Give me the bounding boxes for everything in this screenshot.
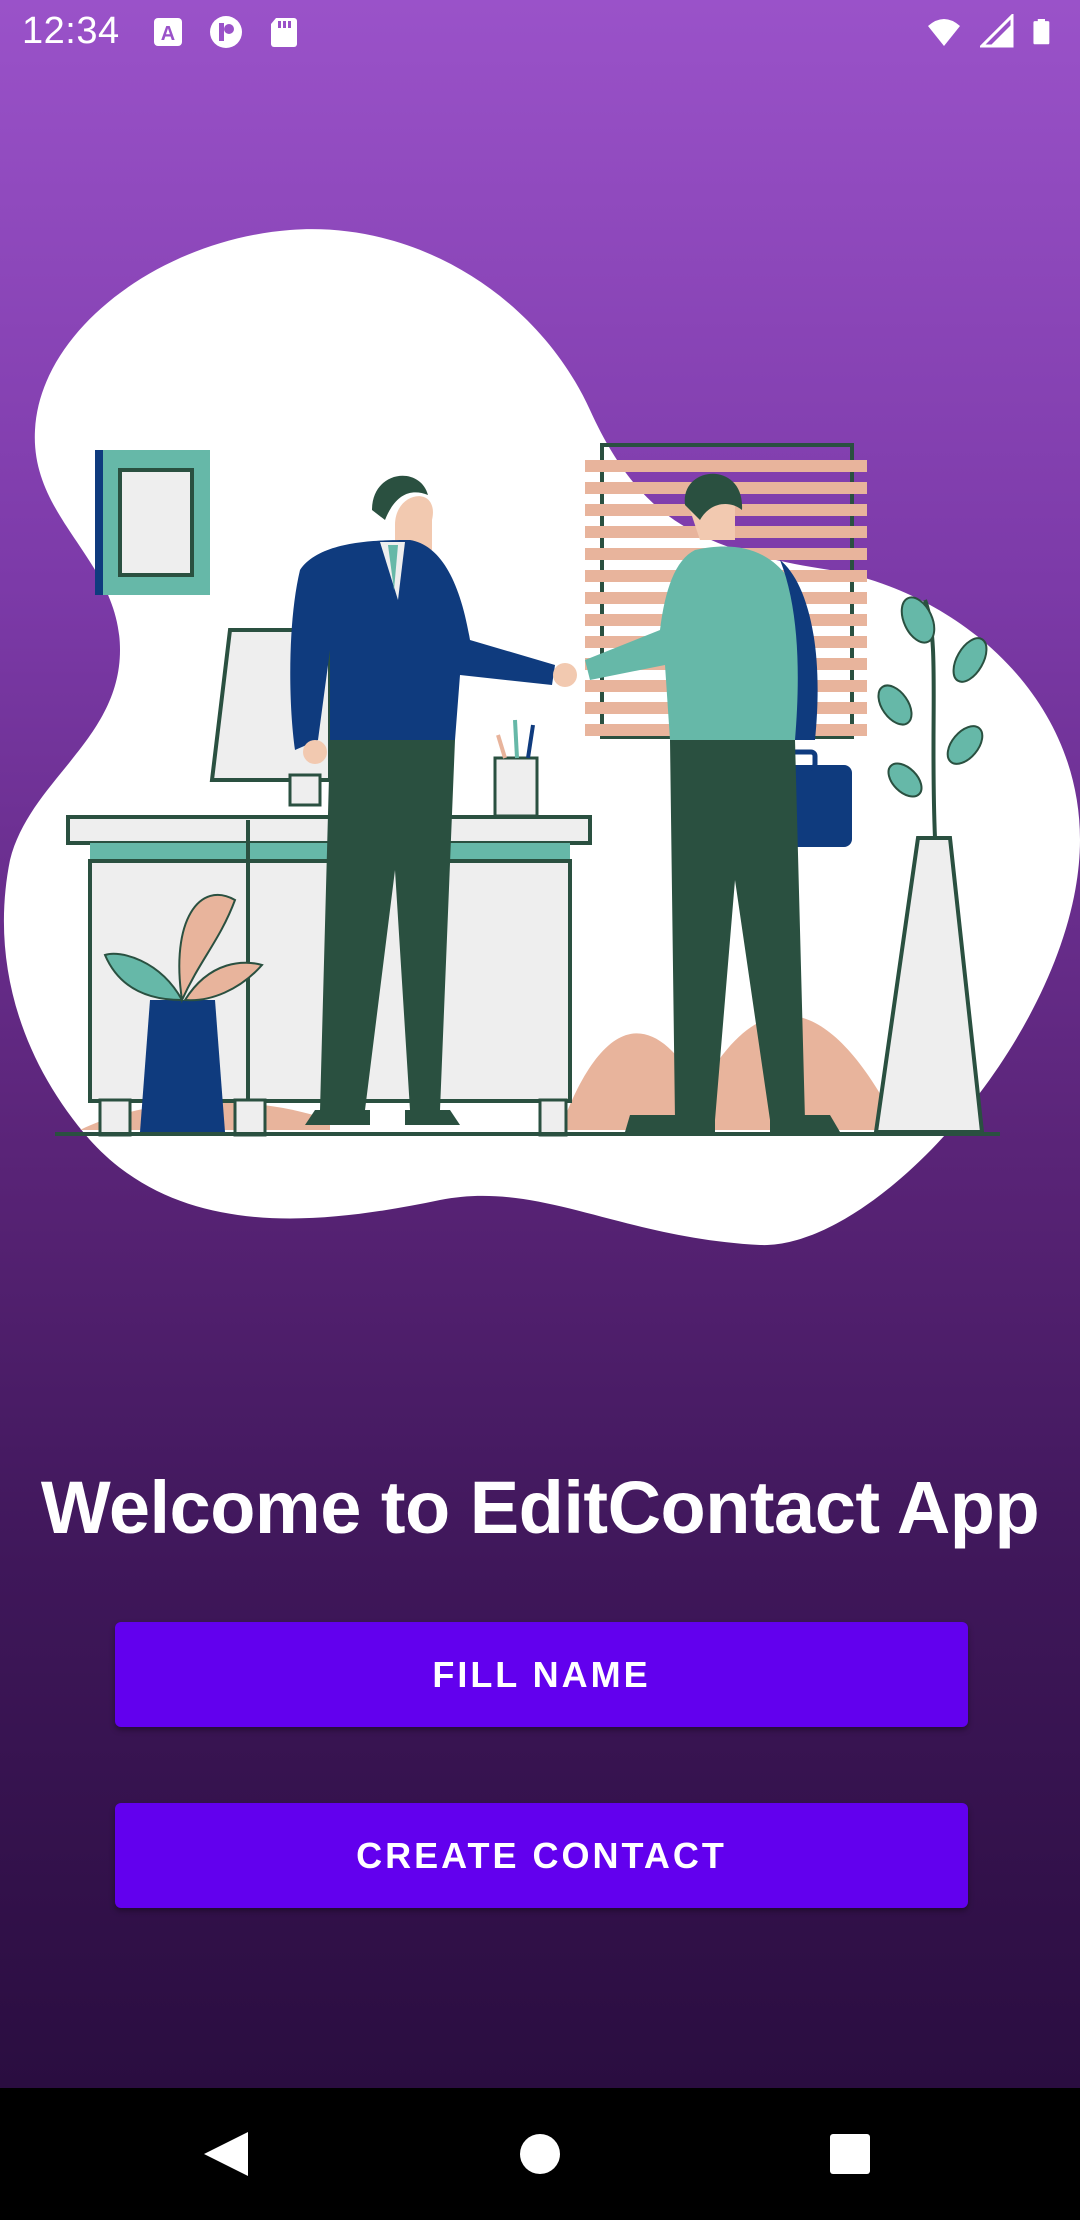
status-system-icons (924, 14, 1058, 50)
back-icon[interactable] (190, 2118, 262, 2190)
create-contact-button-label: CREATE CONTACT (356, 1834, 727, 1876)
status-time: 12:34 (22, 10, 120, 52)
welcome-title: Welcome to EditContact App (40, 1466, 1040, 1549)
fill-name-button[interactable]: FILL NAME (115, 1622, 968, 1727)
app-p-icon (210, 16, 242, 48)
status-notification-icons: A (150, 14, 302, 50)
navigation-bar (0, 2088, 1080, 2220)
create-contact-button[interactable]: CREATE CONTACT (115, 1803, 968, 1908)
app-screen: 12:34 A Welcome to EditContact App FILL … (0, 0, 1080, 2088)
battery-icon (1033, 19, 1050, 45)
recents-icon[interactable] (814, 2118, 886, 2190)
status-bar: 12:34 A (0, 0, 1080, 66)
cell-signal-icon (980, 14, 1014, 48)
app-a-icon: A (154, 18, 182, 46)
sd-card-icon (271, 18, 297, 47)
wifi-icon (928, 19, 960, 46)
svg-text:A: A (161, 23, 175, 45)
handshake-office-illustration (3, 229, 1080, 1246)
fill-name-button-label: FILL NAME (432, 1653, 651, 1695)
home-icon[interactable] (504, 2118, 576, 2190)
